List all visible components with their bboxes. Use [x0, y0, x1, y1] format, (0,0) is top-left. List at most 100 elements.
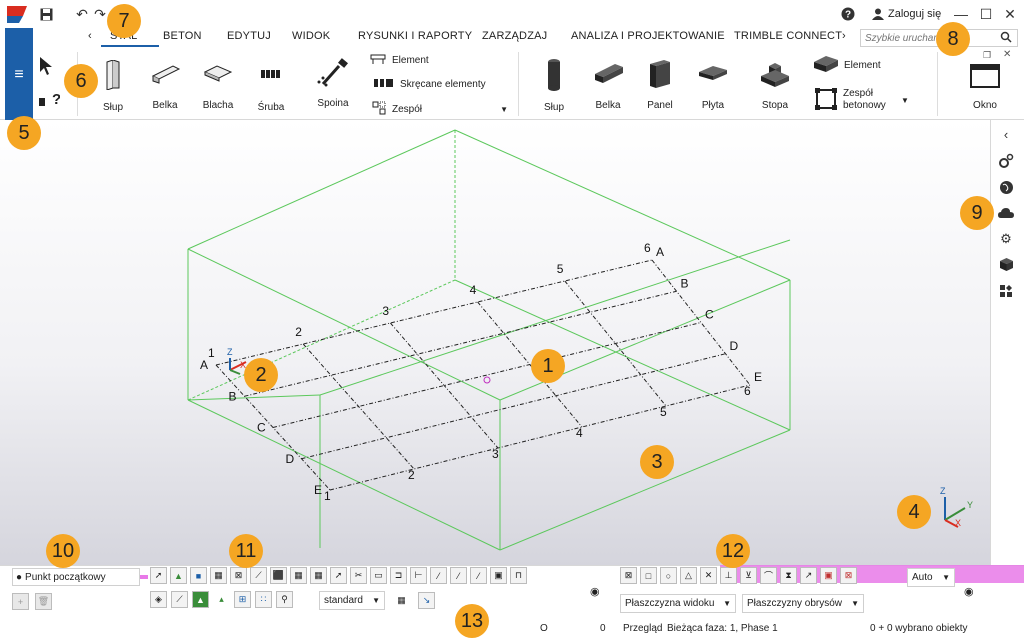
tabs-right-arrow-icon[interactable]: › — [842, 30, 846, 42]
snap-plane-icon[interactable]: ▲ — [192, 591, 209, 608]
snap-zoom-icon[interactable]: ⚲ — [276, 591, 293, 608]
snap-switch-icon[interactable]: □ — [640, 567, 657, 584]
snap-point-icon[interactable]: ▴ — [213, 591, 230, 608]
snap-switch-icon[interactable]: ⊠ — [620, 567, 637, 584]
ribbon-close-icon[interactable]: ✕ — [1003, 49, 1011, 60]
window-button[interactable]: Okno — [955, 52, 1015, 116]
style-select[interactable]: standard ▼ — [319, 591, 385, 610]
selection-switch-icon[interactable]: ▭ — [370, 567, 387, 584]
selection-switch-icon[interactable]: ⬛ — [270, 567, 287, 584]
tab-view[interactable]: WIDOK — [292, 30, 330, 42]
selection-switch-icon[interactable]: ⊐ — [390, 567, 407, 584]
snap-switch-icon[interactable]: ○ — [660, 567, 677, 584]
close-icon[interactable]: ✕ — [1002, 6, 1018, 22]
snap-switch-icon[interactable]: ⊥ — [720, 567, 737, 584]
selection-switch-icon[interactable]: ⊠ — [230, 567, 247, 584]
selection-switch-icon[interactable]: ✂ — [350, 567, 367, 584]
selection-switch-icon[interactable]: ⁄ — [430, 567, 447, 584]
origin-field[interactable]: ● Punkt początkowy — [12, 568, 140, 586]
weld-button[interactable]: Spoina — [303, 52, 363, 116]
ribbon-restore-icon[interactable]: ❐ — [983, 50, 991, 61]
undo-icon[interactable]: ↶ — [74, 6, 90, 22]
selection-switch-icon[interactable]: ⊓ — [510, 567, 527, 584]
login-link[interactable]: Zaloguj się — [888, 8, 941, 20]
steel-beam-button[interactable]: Belka — [135, 52, 195, 116]
concrete-column-button[interactable]: Słup — [524, 52, 584, 116]
selection-switch-icon[interactable]: ⟋ — [250, 567, 267, 584]
selection-switch-icon[interactable]: ■ — [190, 567, 207, 584]
selection-switch-icon[interactable]: ➚ — [150, 567, 167, 584]
steel-assembly-button[interactable]: Zespół ▼ — [372, 101, 508, 117]
steel-assembly-dropdown-icon[interactable]: ▼ — [500, 105, 508, 114]
delete-icon[interactable]: 🗑 — [35, 593, 52, 610]
tabs-left-arrow-icon[interactable]: ‹ — [88, 30, 92, 42]
phase-value[interactable]: Bieżąca faza: 1, Phase 1 — [667, 623, 778, 634]
pattern-icon[interactable]: ▦ — [393, 592, 410, 609]
snap-switch-icon[interactable]: △ — [680, 567, 697, 584]
tab-trimble-connect[interactable]: TRIMBLE CONNECT — [734, 30, 842, 42]
object-cube-icon[interactable] — [997, 255, 1015, 273]
components-icon[interactable] — [997, 282, 1015, 300]
globe-icon[interactable] — [997, 178, 1015, 196]
cursor-snap-icon[interactable]: ↘ — [418, 592, 435, 609]
app-logo-icon[interactable] — [5, 4, 29, 24]
twisted-parts-button[interactable]: Skręcane elementy — [374, 76, 514, 92]
quick-launch-input[interactable] — [861, 30, 991, 46]
help-icon[interactable]: ? — [840, 6, 856, 22]
collapse-side-pane-icon[interactable]: ‹ — [997, 125, 1015, 143]
tab-concrete[interactable]: BETON — [163, 30, 202, 42]
model-viewport[interactable]: AABBCCDDEE112233445566ZXZYX — [0, 120, 990, 565]
cloud-icon[interactable] — [997, 204, 1015, 222]
snap-switch-icon[interactable]: ⊠ — [840, 567, 857, 584]
snap-line-icon[interactable]: ⟋ — [171, 591, 188, 608]
select-pointer-icon[interactable] — [38, 56, 56, 79]
snap-grid-icon[interactable]: ⊞ — [234, 591, 251, 608]
concrete-panel-button[interactable]: Panel — [630, 52, 690, 116]
selection-switch-icon[interactable]: ▦ — [290, 567, 307, 584]
selection-switch-icon[interactable]: ▲ — [170, 567, 187, 584]
tab-manage[interactable]: ZARZĄDZAJ — [482, 30, 547, 42]
selection-switch-icon[interactable]: ▣ — [490, 567, 507, 584]
concrete-beam-button[interactable]: Belka — [578, 52, 638, 116]
model-view-canvas[interactable]: AABBCCDDEE112233445566ZXZYX — [0, 120, 990, 565]
concrete-footing-button[interactable]: Stopa — [745, 52, 805, 116]
selection-switch-icon[interactable]: ⊢ — [410, 567, 427, 584]
selection-switch-icon[interactable]: ▦ — [310, 567, 327, 584]
selection-switch-icon[interactable]: ⁄ — [470, 567, 487, 584]
outline-plane-select[interactable]: Płaszczyzny obrysów ▼ — [742, 594, 864, 613]
selection-switch-icon[interactable]: ▦ — [210, 567, 227, 584]
user-icon[interactable] — [870, 6, 886, 22]
steel-plate-button[interactable]: Blacha — [188, 52, 248, 116]
snap-switch-icon[interactable]: ↗ — [800, 567, 817, 584]
snap-switch-icon[interactable]: ▣ — [820, 567, 837, 584]
concrete-element-button[interactable]: Element — [812, 54, 922, 76]
tab-edit[interactable]: EDYTUJ — [227, 30, 271, 42]
selection-switch-icon[interactable]: ⁄ — [450, 567, 467, 584]
save-icon[interactable] — [38, 6, 54, 22]
concrete-slab-button[interactable]: Płyta — [683, 52, 743, 116]
auto-select[interactable]: Auto ▼ — [907, 568, 955, 587]
eye-icon[interactable]: ◉ — [964, 585, 974, 598]
view-plane-select[interactable]: Płaszczyzna widoku ▼ — [620, 594, 736, 613]
properties-icon[interactable] — [997, 152, 1015, 170]
snap-switch-icon[interactable]: ✕ — [700, 567, 717, 584]
snap-switch-icon[interactable]: ⌒ — [760, 567, 777, 584]
add-icon[interactable]: + — [12, 593, 29, 610]
redo-icon[interactable]: ↷ — [92, 6, 108, 22]
eye-icon[interactable]: ◉ — [590, 585, 600, 598]
steel-element-button[interactable]: Element — [370, 52, 510, 68]
selection-switch-icon[interactable]: ➚ — [330, 567, 347, 584]
snap-switch-icon[interactable]: ⊻ — [740, 567, 757, 584]
bolt-button[interactable]: Śruba — [241, 52, 301, 116]
search-icon[interactable] — [1000, 31, 1012, 46]
snap-dots-icon[interactable]: ∷ — [255, 591, 272, 608]
maximize-icon[interactable]: ☐ — [978, 6, 994, 22]
settings-gear-icon[interactable]: ⚙ — [997, 230, 1015, 248]
tab-analysis-design[interactable]: ANALIZA I PROJEKTOWANIE — [571, 30, 725, 42]
concrete-assembly-dropdown-icon[interactable]: ▼ — [901, 96, 909, 105]
file-menu-button[interactable]: ≡ — [5, 28, 33, 120]
minimize-icon[interactable]: — — [953, 6, 969, 22]
tab-drawings-reports[interactable]: RYSUNKI I RAPORTY — [358, 30, 472, 42]
inquire-icon[interactable]: ? — [38, 90, 61, 111]
snap-layer-icon[interactable]: ◈ — [150, 591, 167, 608]
